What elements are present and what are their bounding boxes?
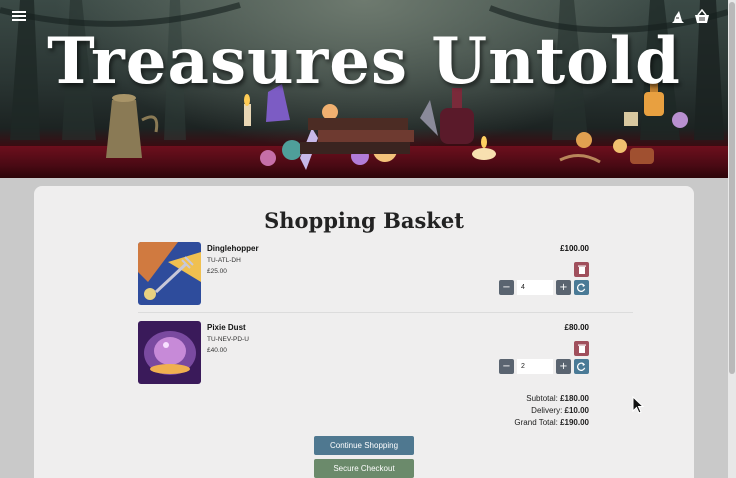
item-line-total: £100.00: [560, 244, 589, 253]
quantity-stepper: − +: [499, 280, 589, 295]
page-scrollbar[interactable]: [728, 0, 736, 478]
hamburger-icon[interactable]: [12, 9, 26, 23]
item-name[interactable]: Dinglehopper: [207, 244, 259, 253]
item-unit-price: £25.00: [207, 268, 227, 275]
quantity-input[interactable]: [517, 359, 553, 374]
basket-item: Pixie Dust TU-NEV-PD-U £40.00 £80.00 − +: [138, 321, 630, 387]
site-title: Treasures Untold: [47, 24, 681, 99]
remove-item-button[interactable]: [574, 341, 589, 356]
quantity-input[interactable]: [517, 280, 553, 295]
basket-icon[interactable]: [694, 9, 710, 25]
mouse-pointer-icon: [632, 396, 644, 414]
product-image-dinglehopper[interactable]: [138, 242, 201, 305]
decrease-quantity-button[interactable]: −: [499, 280, 514, 295]
delivery-label: Delivery:: [531, 406, 563, 415]
refresh-icon: [577, 362, 586, 371]
trash-icon: [577, 265, 586, 274]
item-unit-price: £40.00: [207, 347, 227, 354]
grand-total-value: £190.00: [560, 418, 589, 427]
secure-checkout-button[interactable]: Secure Checkout: [314, 459, 414, 478]
subtotal-label: Subtotal:: [526, 394, 558, 403]
subtotal-value: £180.00: [560, 394, 589, 403]
continue-shopping-button[interactable]: Continue Shopping: [314, 436, 414, 455]
decrease-quantity-button[interactable]: −: [499, 359, 514, 374]
scrollbar-thumb[interactable]: [729, 2, 735, 374]
dinglehopper-artwork: [138, 242, 201, 305]
increase-quantity-button[interactable]: +: [556, 280, 571, 295]
refresh-icon: [577, 283, 586, 292]
item-sku: TU-NEV-PD-U: [207, 336, 249, 343]
basket-card: Shopping Basket Dinglehopper TU-ATL-DH £…: [34, 186, 694, 478]
increase-quantity-button[interactable]: +: [556, 359, 571, 374]
basket-totals: Subtotal: £180.00 Delivery: £10.00 Grand…: [514, 393, 589, 429]
remove-item-button[interactable]: [574, 262, 589, 277]
update-quantity-button[interactable]: [574, 359, 589, 374]
quantity-stepper: − +: [499, 359, 589, 374]
basket-item: Dinglehopper TU-ATL-DH £25.00 £100.00 − …: [138, 242, 630, 308]
trash-icon: [577, 344, 586, 353]
grand-total-label: Grand Total:: [514, 418, 558, 427]
hero-banner: Treasures Untold: [0, 0, 728, 178]
page-title: Shopping Basket: [264, 208, 464, 233]
pixie-dust-artwork: [138, 321, 201, 384]
item-name[interactable]: Pixie Dust: [207, 323, 246, 332]
update-quantity-button[interactable]: [574, 280, 589, 295]
product-image-pixie-dust[interactable]: [138, 321, 201, 384]
item-sku: TU-ATL-DH: [207, 257, 241, 264]
header-icons: [670, 9, 710, 25]
item-line-total: £80.00: [564, 323, 589, 332]
delivery-value: £10.00: [564, 406, 589, 415]
grand-total-row: Grand Total: £190.00: [514, 417, 589, 429]
delivery-row: Delivery: £10.00: [514, 405, 589, 417]
wizard-hat-icon[interactable]: [670, 9, 686, 25]
subtotal-row: Subtotal: £180.00: [514, 393, 589, 405]
item-divider: [138, 312, 633, 313]
